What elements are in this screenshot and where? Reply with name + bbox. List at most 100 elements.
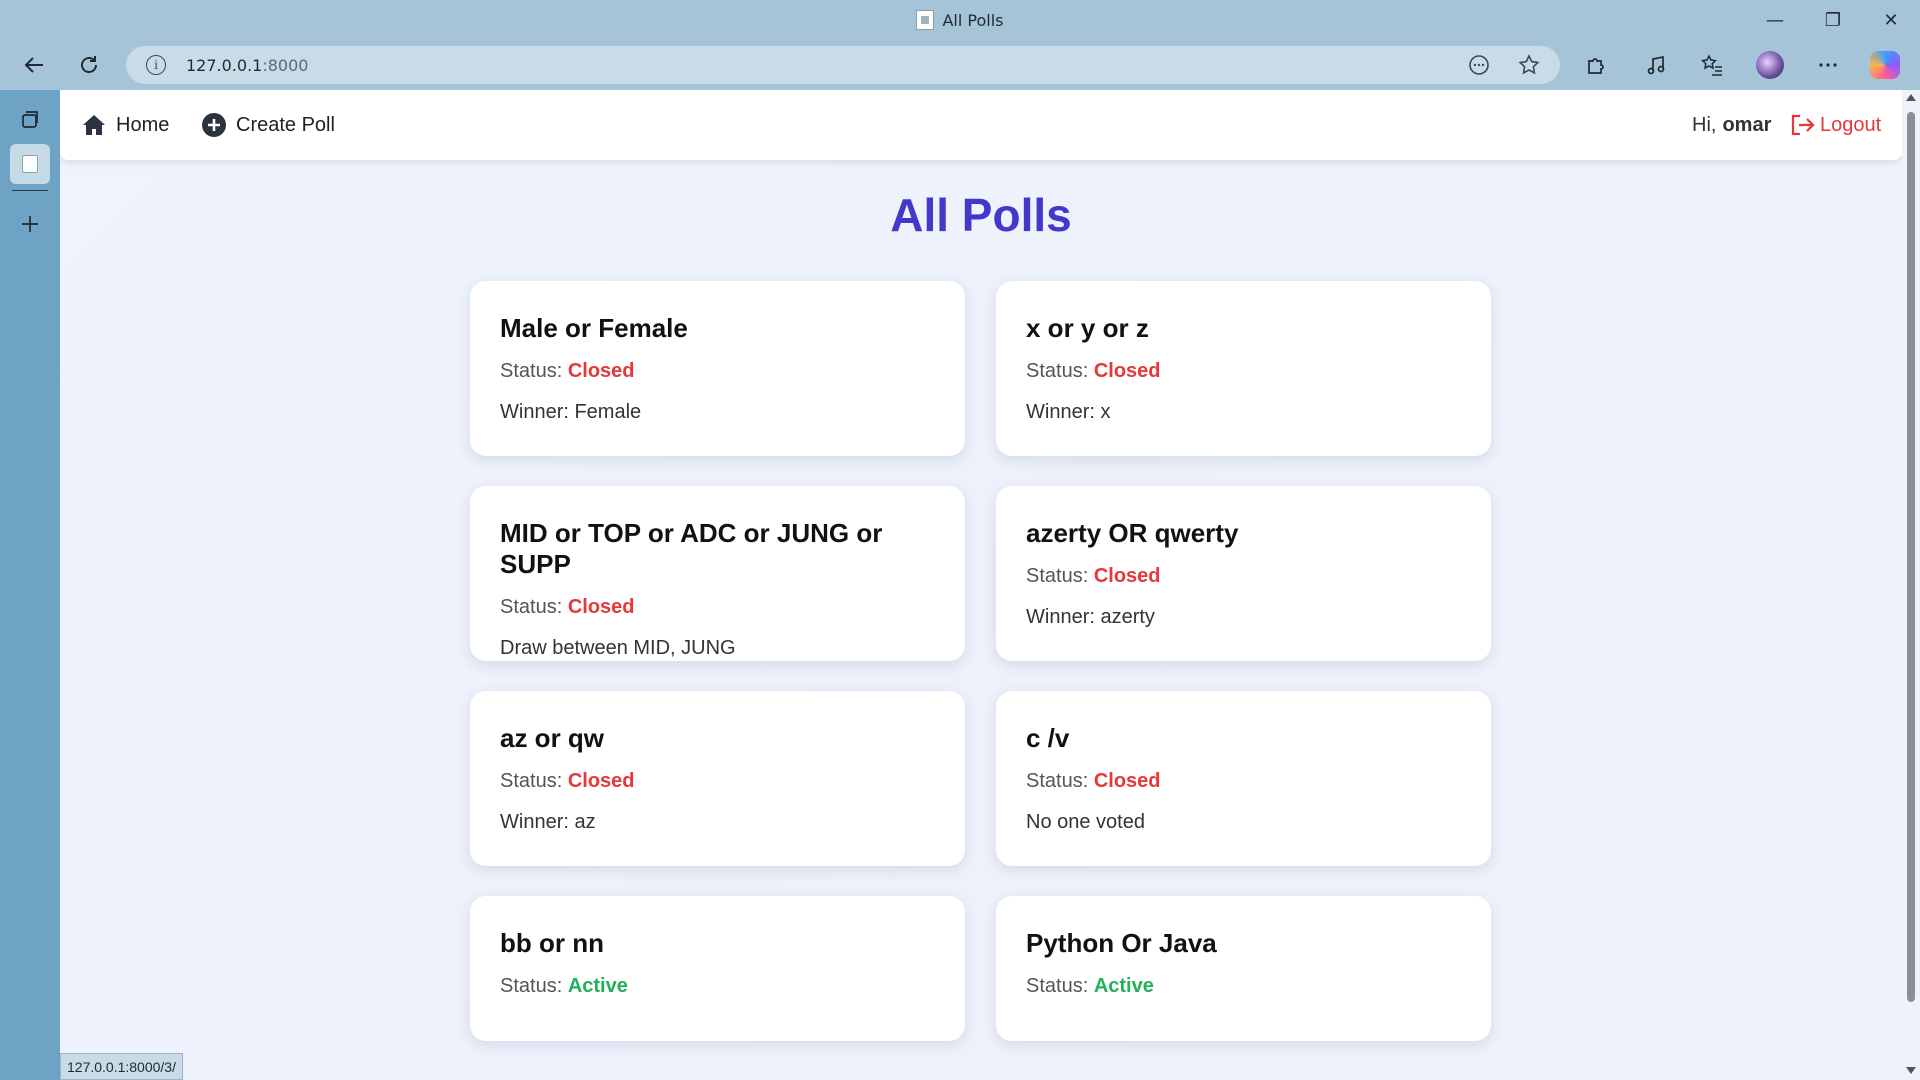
back-arrow-icon: [24, 57, 43, 73]
greeting-text: Hi,: [1692, 113, 1717, 136]
status-badge: Closed: [1093, 770, 1161, 792]
nav-create-poll-label: Create Poll: [236, 113, 335, 136]
scroll-down-arrow-icon[interactable]: [1906, 1067, 1916, 1074]
url-host: 127.0.0.1: [186, 55, 263, 75]
scroll-thumb[interactable]: [1907, 112, 1915, 1002]
poll-status: Status: Closed: [500, 360, 935, 383]
media-control-button[interactable]: [1636, 45, 1676, 85]
profile-avatar[interactable]: [1756, 51, 1784, 79]
nav-home-label: Home: [116, 113, 170, 136]
status-badge: Closed: [567, 596, 635, 618]
tab-separator: [12, 190, 48, 191]
favorites-list-icon: [1701, 54, 1722, 76]
poll-result: No one voted: [1026, 811, 1145, 833]
poll-title: azerty OR qwerty: [1026, 518, 1239, 548]
logout-label: Logout: [1820, 113, 1882, 136]
more-dots-icon: [1819, 63, 1837, 67]
poll-title: x or y or z: [1026, 313, 1149, 343]
tab-all-polls[interactable]: [10, 144, 50, 184]
poll-card[interactable]: az or qw Status: Closed Winner: az: [470, 691, 965, 866]
minimize-button[interactable]: —: [1746, 0, 1804, 40]
poll-result: Winner: Female: [500, 401, 642, 423]
username: omar: [1722, 113, 1772, 136]
status-badge: Active: [1093, 975, 1154, 997]
window-title: All Polls: [0, 0, 1920, 40]
poll-status: Status: Closed: [500, 770, 935, 793]
logout-link[interactable]: Logout: [1790, 90, 1881, 160]
status-prefix: Status:: [500, 360, 563, 382]
new-tab-button[interactable]: [10, 204, 50, 244]
poll-status: Status: Closed: [1026, 360, 1461, 383]
poll-card[interactable]: MID or TOP or ADC or JUNG or SUPP Status…: [470, 486, 965, 661]
puzzle-icon: [1588, 58, 1604, 74]
close-window-button[interactable]: ✕: [1862, 0, 1920, 40]
nav-home-link[interactable]: Home: [82, 90, 169, 160]
window-title-text: All Polls: [942, 10, 1004, 30]
poll-result: Winner: x: [1026, 401, 1111, 423]
status-badge: Closed: [567, 360, 635, 382]
status-badge: Active: [567, 975, 628, 997]
status-prefix: Status:: [1026, 975, 1089, 997]
poll-card[interactable]: Python Or Java Status: Active: [996, 896, 1491, 1041]
poll-card[interactable]: x or y or z Status: Closed Winner: x: [996, 281, 1491, 456]
poll-title: bb or nn: [500, 928, 604, 958]
status-prefix: Status:: [1026, 360, 1089, 382]
status-prefix: Status:: [500, 770, 563, 792]
url-port: :8000: [262, 55, 309, 75]
extensions-button[interactable]: [1576, 45, 1616, 85]
poll-card[interactable]: c /v Status: Closed No one voted: [996, 691, 1491, 866]
status-badge: Closed: [567, 770, 635, 792]
music-note-icon: [1647, 55, 1665, 75]
status-prefix: Status:: [500, 596, 563, 618]
poll-title: Male or Female: [500, 313, 688, 343]
favorite-star-icon[interactable]: [1518, 54, 1540, 76]
address-bar[interactable]: i 127.0.0.1:8000: [126, 46, 1560, 84]
address-url[interactable]: 127.0.0.1:8000: [186, 46, 308, 84]
site-info-icon[interactable]: i: [146, 55, 166, 75]
poll-status: Status: Active: [1026, 975, 1461, 998]
plus-circle-icon: [202, 113, 226, 137]
status-badge: Closed: [1093, 565, 1161, 587]
poll-status: Status: Closed: [1026, 770, 1461, 793]
poll-card[interactable]: azerty OR qwerty Status: Closed Winner: …: [996, 486, 1491, 661]
poll-title: Python Or Java: [1026, 928, 1217, 958]
browser-toolbar: i 127.0.0.1:8000: [0, 40, 1920, 90]
poll-result: Winner: az: [500, 811, 596, 833]
user-greeting: Hi, omar: [1692, 90, 1771, 160]
poll-result: Winner: azerty: [1026, 606, 1155, 628]
status-prefix: Status:: [1026, 565, 1089, 587]
status-badge: Closed: [1093, 360, 1161, 382]
more-menu-button[interactable]: [1808, 45, 1848, 85]
poll-title: c /v: [1026, 723, 1070, 753]
status-prefix: Status:: [1026, 770, 1089, 792]
page-viewport: Home Create Poll Hi, omar Logout All Pol…: [60, 90, 1902, 1080]
vertical-tab-strip: [0, 90, 60, 1080]
reading-mode-icon[interactable]: [1468, 54, 1490, 76]
window-title-bar: All Polls — ❐ ✕: [0, 0, 1920, 40]
copilot-icon[interactable]: [1870, 51, 1900, 79]
page-favicon-icon: [916, 10, 935, 30]
restore-button[interactable]: ❐: [1804, 0, 1862, 40]
poll-status: Status: Closed: [1026, 565, 1461, 588]
reload-icon: [81, 56, 97, 73]
page-title: All Polls: [890, 189, 1072, 241]
poll-title: MID or TOP or ADC or JUNG or SUPP: [500, 518, 883, 579]
nav-create-poll-link[interactable]: Create Poll: [202, 90, 335, 160]
scroll-up-arrow-icon[interactable]: [1906, 94, 1916, 101]
tab-page-icon: [22, 155, 38, 173]
tab-actions-button[interactable]: [10, 100, 50, 140]
poll-card[interactable]: Male or Female Status: Closed Winner: Fe…: [470, 281, 965, 456]
home-icon: [83, 115, 105, 135]
tab-actions-icon: [22, 111, 38, 128]
poll-status: Status: Closed: [500, 596, 935, 619]
reload-button[interactable]: [69, 45, 109, 85]
link-status-bar: 127.0.0.1:8000/3/: [60, 1053, 183, 1080]
back-button[interactable]: [14, 45, 54, 85]
poll-card[interactable]: bb or nn Status: Active: [470, 896, 965, 1041]
poll-status: Status: Active: [500, 975, 935, 998]
plus-icon: [22, 216, 38, 232]
favorites-button[interactable]: [1692, 45, 1732, 85]
status-prefix: Status:: [500, 975, 563, 997]
page-scrollbar[interactable]: [1902, 90, 1920, 1080]
poll-title: az or qw: [500, 723, 605, 753]
